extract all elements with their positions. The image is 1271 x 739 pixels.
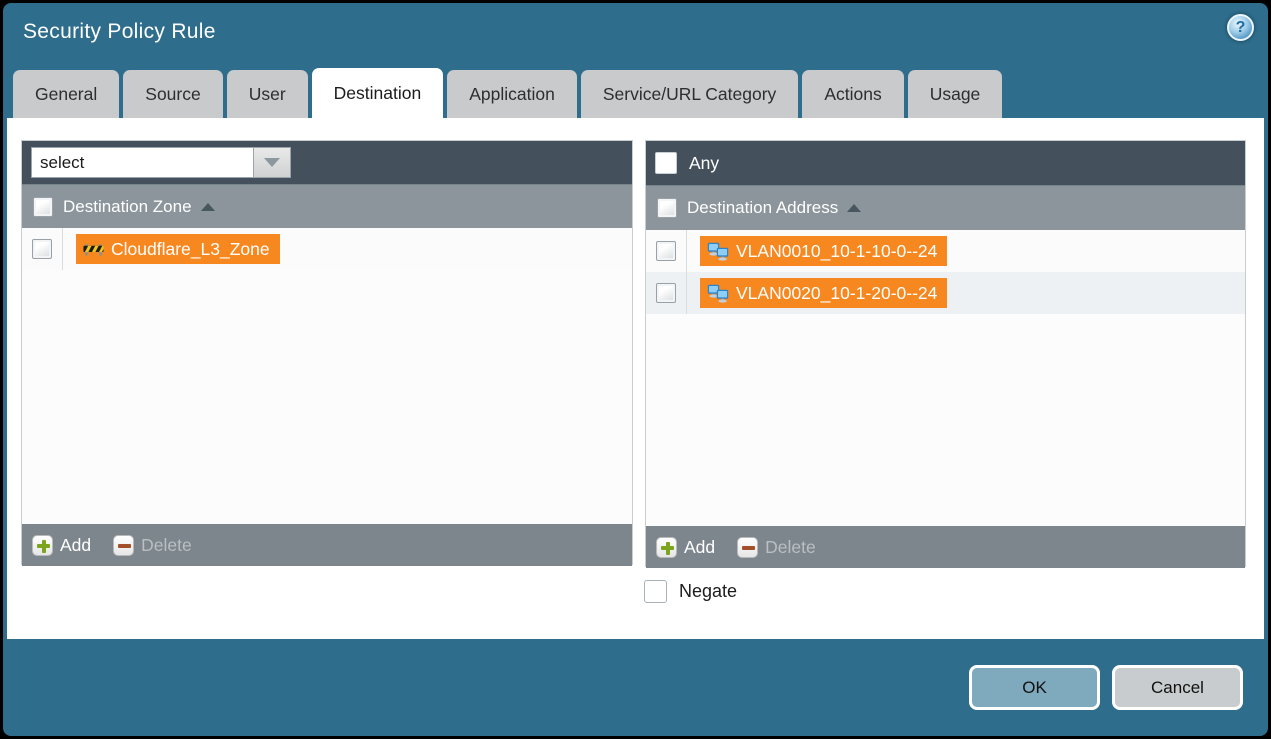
address-list: VLAN0010_10-1-10-0--24 [646,230,1245,526]
address-item-label: VLAN0020_10-1-20-0--24 [736,283,937,304]
address-sort-header[interactable]: Destination Address [687,198,861,218]
any-checkbox[interactable] [655,152,677,174]
tab-general[interactable]: General [13,70,119,118]
address-icon [707,242,729,261]
tab-destination[interactable]: Destination [312,68,444,118]
zone-list: Cloudflare_L3_Zone [22,228,632,524]
tab-usage[interactable]: Usage [908,70,1003,118]
address-item-label: VLAN0010_10-1-10-0--24 [736,241,937,262]
zone-toolbar: Add Delete [22,524,632,566]
ok-button[interactable]: OK [969,665,1100,710]
destination-tab-content: Destination Zone [7,118,1264,639]
address-add-label: Add [684,537,715,558]
address-add-button[interactable]: Add [656,537,715,558]
address-icon [707,284,729,303]
address-delete-button[interactable]: Delete [737,537,816,558]
sort-ascending-icon [847,204,861,212]
zone-item-cloudflare-l3-zone[interactable]: Cloudflare_L3_Zone [76,234,280,264]
zone-delete-label: Delete [141,535,192,556]
tab-bar: General Source User Destination Applicat… [13,68,1002,118]
address-item-vlan0010[interactable]: VLAN0010_10-1-10-0--24 [700,236,947,266]
tab-application[interactable]: Application [447,70,577,118]
address-select-all-checkbox[interactable] [657,198,677,218]
add-plus-icon [32,535,53,556]
help-icon[interactable]: ? [1227,14,1254,41]
address-item-vlan0020[interactable]: VLAN0020_10-1-20-0--24 [700,278,947,308]
chevron-down-icon [264,158,280,167]
dialog-title: Security Policy Rule [23,20,216,44]
delete-minus-icon [737,537,758,558]
zone-select-all-checkbox[interactable] [33,197,53,217]
address-toolbar: Add Delete [646,526,1245,568]
address-row-checkbox[interactable] [656,241,676,261]
negate-option: Negate [644,580,737,603]
address-column-header: Destination Address [646,185,1245,230]
table-row: Cloudflare_L3_Zone [22,228,632,270]
address-row-checkbox[interactable] [656,283,676,303]
zone-icon [83,241,104,257]
negate-checkbox[interactable] [644,580,667,603]
zone-sort-header[interactable]: Destination Zone [63,197,215,217]
zone-type-input[interactable] [31,147,253,178]
zone-type-dropdown-button[interactable] [253,147,291,178]
zone-panel-header [22,141,632,184]
tab-actions[interactable]: Actions [802,70,903,118]
cancel-button[interactable]: Cancel [1112,665,1243,710]
zone-type-combobox [31,147,291,178]
table-row: VLAN0020_10-1-20-0--24 [646,272,1245,314]
zone-row-checkbox[interactable] [32,239,52,259]
zone-add-label: Add [60,535,91,556]
destination-zone-panel: Destination Zone [21,140,633,565]
zone-column-label: Destination Zone [63,197,192,217]
zone-delete-button[interactable]: Delete [113,535,192,556]
tab-service-url-category[interactable]: Service/URL Category [581,70,798,118]
address-delete-label: Delete [765,537,816,558]
negate-label: Negate [679,581,737,602]
address-column-label: Destination Address [687,198,838,218]
delete-minus-icon [113,535,134,556]
security-policy-rule-dialog: Security Policy Rule ? General Source Us… [3,3,1268,736]
sort-ascending-icon [201,203,215,211]
destination-address-panel: Any Destination Address [645,140,1246,567]
address-panel-header: Any [646,141,1245,185]
any-label: Any [689,153,719,174]
zone-column-header: Destination Zone [22,184,632,228]
add-plus-icon [656,537,677,558]
tab-source[interactable]: Source [123,70,222,118]
tab-user[interactable]: User [227,70,308,118]
table-row: VLAN0010_10-1-10-0--24 [646,230,1245,272]
zone-add-button[interactable]: Add [32,535,91,556]
zone-item-label: Cloudflare_L3_Zone [111,239,270,260]
